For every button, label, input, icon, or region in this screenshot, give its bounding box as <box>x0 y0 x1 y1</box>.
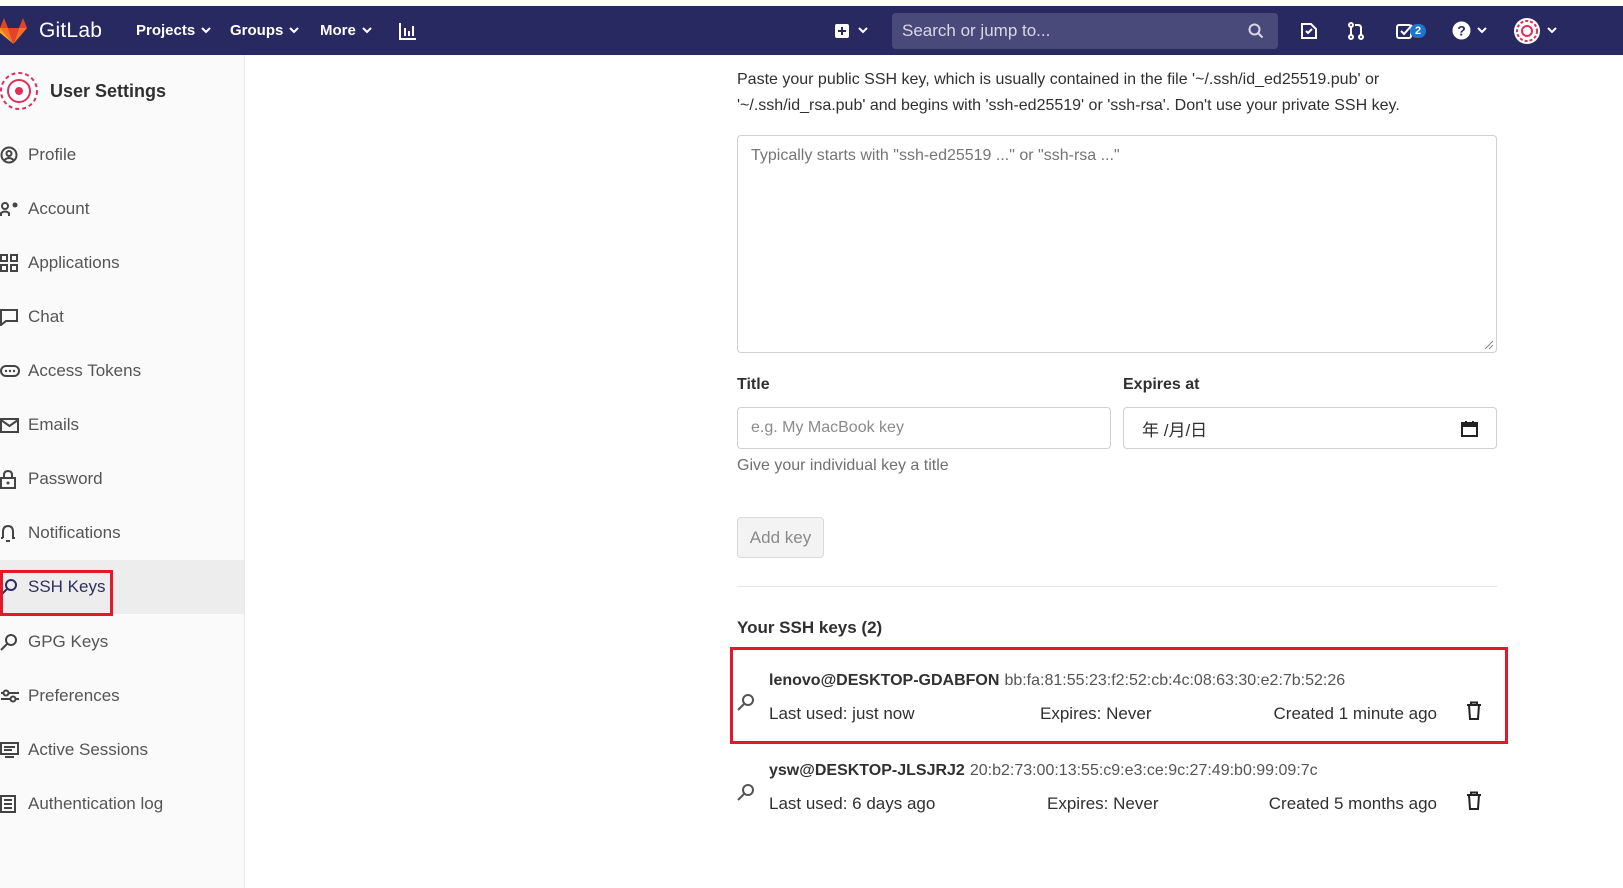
title-label: Title <box>737 376 770 393</box>
key-icon <box>737 784 754 801</box>
ssh-keys-heading: Your SSH keys (2) <box>737 618 883 637</box>
search-icon <box>1248 23 1264 39</box>
chevron-down-icon <box>858 27 868 34</box>
sidebar-item-profile[interactable]: Profile <box>0 128 244 182</box>
sidebar-item-label: Password <box>28 469 103 488</box>
ssh-keys-highlight-box <box>0 570 113 616</box>
help-dropdown[interactable]: ? <box>1452 6 1487 55</box>
more-menu[interactable]: More <box>320 22 372 39</box>
sidebar-item-label: Profile <box>28 145 77 164</box>
sidebar-item-access-tokens[interactable]: Access Tokens <box>0 344 244 398</box>
title-input[interactable] <box>737 407 1111 449</box>
gitlab-logo-link[interactable]: GitLab <box>0 6 102 55</box>
sidebar-title: User Settings <box>50 80 167 101</box>
plus-square-icon <box>835 23 849 38</box>
trash-icon[interactable] <box>1466 791 1482 810</box>
help-question-icon: ? <box>1452 21 1471 40</box>
ssh-key-last-used: Last used: 6 days ago <box>769 794 936 813</box>
mail-icon <box>0 417 19 433</box>
applications-icon <box>0 254 18 272</box>
avatar <box>1514 17 1540 44</box>
sidebar-item-label: Chat <box>28 307 64 326</box>
groups-menu[interactable]: Groups <box>230 22 300 39</box>
sidebar-item-account[interactable]: Account <box>0 182 244 236</box>
merge-requests-icon[interactable] <box>1347 6 1365 55</box>
chat-icon <box>0 309 18 326</box>
gitlab-brand-text: GitLab <box>39 18 103 42</box>
token-icon <box>0 365 20 377</box>
new-item-dropdown[interactable] <box>834 6 868 55</box>
ssh-key-name[interactable]: ysw@DESKTOP-JLSJRJ2 <box>769 762 965 779</box>
sidebar-item-label: Account <box>28 199 90 218</box>
todo-count-badge: 2 <box>1410 23 1427 38</box>
monitor-icon <box>0 741 19 758</box>
chevron-down-icon <box>1547 27 1557 34</box>
expires-at-date-input[interactable]: 年 /月/日 <box>1123 407 1497 449</box>
activity-chart-icon[interactable] <box>398 6 418 55</box>
chevron-down-icon <box>1477 27 1487 34</box>
sidebar-item-label: Emails <box>28 415 80 434</box>
sidebar-item-label: GPG Keys <box>28 632 109 651</box>
projects-menu[interactable]: Projects <box>136 22 211 39</box>
section-divider <box>737 586 1497 587</box>
sidebar-item-password[interactable]: Password <box>0 452 244 506</box>
sidebar-header[interactable]: User Settings <box>0 69 166 113</box>
chevron-down-icon <box>362 27 372 34</box>
sidebar-item-emails[interactable]: Emails <box>0 398 244 452</box>
bell-icon <box>1 524 15 542</box>
user-avatar-dropdown[interactable] <box>1513 6 1557 55</box>
user-avatar-icon <box>0 72 38 110</box>
resize-handle-icon[interactable] <box>1484 340 1494 350</box>
ssh-key-instructions: Paste your public SSH key, which is usua… <box>737 71 1400 114</box>
ssh-key-created: Created 5 months ago <box>1268 794 1437 813</box>
svg-text:?: ? <box>1457 23 1466 39</box>
expires-at-label: Expires at <box>1123 376 1200 393</box>
top-navbar: GitLab Projects Groups More 2 ? <box>0 6 1623 55</box>
sidebar-item-label: Preferences <box>28 686 120 705</box>
ssh-key-fingerprint: 20:b2:73:00:13:55:c9:e3:ce:9c:27:49:b0:9… <box>969 762 1318 779</box>
title-help-text: Give your individual key a title <box>737 457 949 474</box>
more-label: More <box>320 22 356 39</box>
preferences-icon <box>1 689 19 703</box>
search-box[interactable] <box>892 13 1278 49</box>
sidebar-item-label: Notifications <box>28 523 121 542</box>
ssh-key-expires: Expires: Never <box>1047 794 1159 813</box>
sidebar-item-authentication-log[interactable]: Authentication log <box>0 777 244 831</box>
lock-icon <box>0 469 16 489</box>
gitlab-tanuki-icon <box>0 17 27 44</box>
sidebar-item-notifications[interactable]: Notifications <box>0 506 244 560</box>
chevron-down-icon <box>289 27 300 34</box>
sidebar-item-label: Active Sessions <box>28 740 148 759</box>
sidebar-item-preferences[interactable]: Preferences <box>0 669 244 723</box>
sidebar-item-label: Applications <box>28 253 120 272</box>
sidebar-item-label: Access Tokens <box>28 361 142 380</box>
sidebar-item-gpg-keys[interactable]: GPG Keys <box>0 615 244 669</box>
sidebar-item-label: Authentication log <box>28 794 164 813</box>
log-icon <box>0 795 16 813</box>
ssh-key-textarea[interactable] <box>737 135 1497 353</box>
projects-label: Projects <box>136 22 196 39</box>
expires-date-value: 年 /月/日 <box>1142 420 1208 440</box>
chevron-down-icon <box>201 27 211 34</box>
add-key-button[interactable]: Add key <box>737 517 824 558</box>
sidebar-item-applications[interactable]: Applications <box>0 236 244 290</box>
issues-icon[interactable] <box>1300 6 1318 55</box>
search-input[interactable] <box>902 21 1232 41</box>
groups-label: Groups <box>230 22 284 39</box>
calendar-icon[interactable] <box>1461 420 1478 437</box>
key-row-highlight-box <box>730 647 1508 744</box>
sidebar-item-active-sessions[interactable]: Active Sessions <box>0 723 244 777</box>
profile-icon <box>0 146 18 164</box>
key-icon <box>0 634 17 651</box>
sidebar-item-chat[interactable]: Chat <box>0 290 244 344</box>
account-icon <box>0 202 18 216</box>
ssh-key-title-line: ysw@DESKTOP-JLSJRJ2 20:b2:73:00:13:55:c9:… <box>769 762 1318 780</box>
todos-button[interactable]: 2 <box>1396 6 1427 55</box>
ssh-key-row[interactable]: ysw@DESKTOP-JLSJRJ2 20:b2:73:00:13:55:c9:… <box>737 745 1497 825</box>
